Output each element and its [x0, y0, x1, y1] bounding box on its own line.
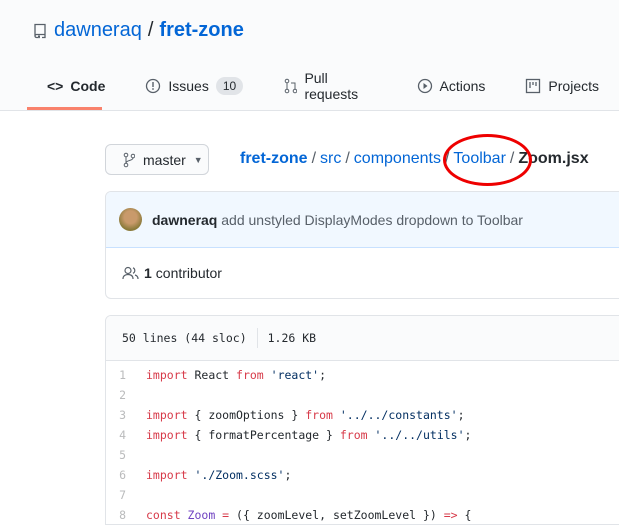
- tab-pull-requests[interactable]: Pull requests: [263, 70, 396, 102]
- repo-icon: [34, 23, 46, 38]
- line-number[interactable]: 8: [106, 508, 146, 522]
- breadcrumb-repo[interactable]: fret-zone: [240, 150, 308, 167]
- file-size: 1.26 KB: [267, 331, 317, 345]
- code-token: =: [215, 508, 237, 522]
- repo-title: dawneraq / fret-zone: [32, 19, 244, 42]
- code-token: ;: [319, 368, 327, 382]
- breadcrumb-separator: /: [345, 150, 350, 167]
- code-token: ;: [464, 428, 472, 442]
- line-number[interactable]: 3: [106, 408, 146, 422]
- code-text: import './Zoom.scss';: [146, 468, 291, 482]
- code-line: 1 import React from 'react';: [106, 365, 619, 385]
- file-line-count: 50 lines (44 sloc): [122, 331, 247, 345]
- tab-actions[interactable]: Actions: [397, 74, 506, 98]
- file-viewer: 50 lines (44 sloc) 1.26 KB 1 import React …: [105, 315, 619, 525]
- code-line: 8 const Zoom = ({ zoomLevel, setZoomLevel…: [106, 505, 619, 524]
- code-token: from: [305, 408, 333, 422]
- code-token: import: [146, 368, 188, 382]
- repo-separator: /: [147, 19, 154, 41]
- code-token: ;: [284, 468, 292, 482]
- contributor-count: 1: [144, 265, 152, 281]
- code-line: 7: [106, 485, 619, 505]
- code-token: '../../constants': [332, 408, 458, 422]
- annotation-circle: [443, 134, 532, 186]
- line-number[interactable]: 7: [106, 488, 146, 502]
- commit-message[interactable]: add unstyled DisplayModes dropdown to To…: [221, 212, 523, 228]
- code-token: from: [339, 428, 368, 442]
- tab-issues[interactable]: Issues 10: [125, 74, 263, 98]
- code-token: import: [146, 468, 188, 482]
- active-tab-underline: [27, 107, 102, 110]
- line-number[interactable]: 1: [106, 368, 146, 382]
- branch-select-button[interactable]: master ▼: [105, 144, 209, 175]
- code-text: import React from 'react';: [146, 368, 326, 382]
- code-line: 4 import { formatPercentage } from '../..…: [106, 425, 619, 445]
- tab-projects[interactable]: Projects: [505, 74, 619, 98]
- people-icon: [122, 266, 139, 280]
- code-lines: 1 import React from 'react'; 2 3 import { zo…: [106, 361, 619, 524]
- avatar[interactable]: [119, 208, 142, 231]
- issues-count-badge: 10: [215, 77, 244, 95]
- tab-label: Code: [70, 78, 106, 94]
- issue-icon: [146, 78, 161, 94]
- breadcrumb: fret-zone / src / components / Toolbar / Zoom.js…: [240, 150, 589, 168]
- repo-owner-link[interactable]: dawneraq: [54, 19, 142, 42]
- commit-author[interactable]: dawneraq: [152, 212, 217, 228]
- repo-header: dawneraq / fret-zone <> Code Issues 10 Pul…: [0, 0, 619, 111]
- code-line: 2: [106, 385, 619, 405]
- code-token: from: [236, 368, 264, 382]
- code-icon: <>: [47, 78, 64, 94]
- code-token: import: [146, 408, 188, 422]
- line-number[interactable]: 5: [106, 448, 146, 462]
- contributor-label: contributor: [155, 265, 222, 281]
- breadcrumb-components[interactable]: components: [354, 150, 441, 167]
- code-token: =>: [443, 508, 458, 522]
- code-token: ({ zoomLevel, setZoomLevel }): [236, 508, 444, 522]
- project-icon: [526, 78, 541, 94]
- code-token: { formatPercentage }: [187, 428, 340, 442]
- chevron-down-icon: ▼: [193, 154, 203, 165]
- code-token: '../../utils': [367, 428, 465, 442]
- line-number[interactable]: 6: [106, 468, 146, 482]
- code-token: React: [187, 368, 237, 382]
- code-token: ;: [457, 408, 465, 422]
- code-token: {: [457, 508, 472, 522]
- tab-label: Pull requests: [304, 70, 359, 102]
- breadcrumb-separator: /: [311, 150, 317, 167]
- tab-label: Actions: [439, 78, 486, 94]
- code-text: const Zoom = ({ zoomLevel, setZoomLevel …: [146, 508, 471, 522]
- pull-request-icon: [284, 78, 298, 94]
- code-token: { zoomOptions }: [187, 408, 306, 422]
- code-line: 6 import './Zoom.scss';: [106, 465, 619, 485]
- branch-name: master: [143, 151, 186, 168]
- tab-label: Issues: [168, 78, 209, 94]
- line-number[interactable]: 4: [106, 428, 146, 442]
- code-token: import: [146, 428, 188, 442]
- play-icon: [417, 78, 432, 94]
- code-text: import { formatPercentage } from '../../…: [146, 428, 471, 442]
- repo-name-link[interactable]: fret-zone: [159, 19, 243, 42]
- tab-code[interactable]: <> Code: [27, 74, 125, 98]
- line-number[interactable]: 2: [106, 388, 146, 402]
- code-token: 'react': [263, 368, 320, 382]
- latest-commit-box: dawneraq add unstyled DisplayModes dropd…: [105, 191, 619, 299]
- breadcrumb-src[interactable]: src: [320, 150, 341, 167]
- contributors[interactable]: 1 contributor: [106, 248, 619, 298]
- code-token: './Zoom.scss': [187, 468, 285, 482]
- code-token: const: [146, 508, 181, 522]
- code-token: Zoom: [180, 508, 216, 522]
- code-line: 3 import { zoomOptions } from '../../cons…: [106, 405, 619, 425]
- code-text: import { zoomOptions } from '../../const…: [146, 408, 465, 422]
- code-line: 5: [106, 445, 619, 465]
- tab-label: Projects: [548, 78, 599, 94]
- branch-icon: [123, 152, 135, 167]
